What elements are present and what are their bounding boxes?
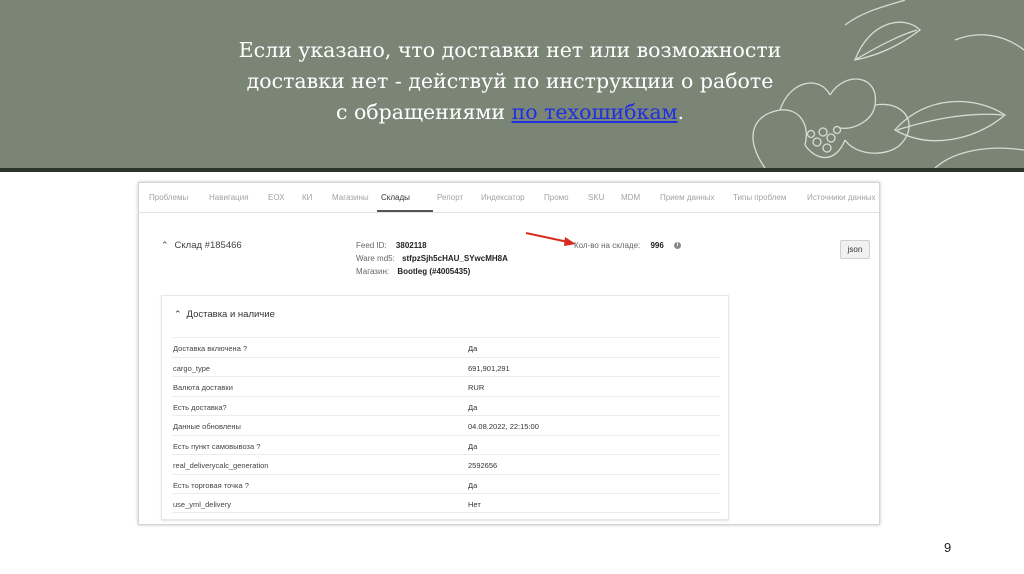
feed-id-label: Feed ID: — [356, 241, 387, 250]
slide-headline: Если указано, что доставки нет или возмо… — [150, 35, 870, 128]
tab-problems[interactable]: Проблемы — [149, 193, 188, 202]
tab-data-sources[interactable]: Источники данных — [807, 193, 876, 202]
tab-report[interactable]: Репорт — [437, 193, 463, 202]
shop-row: Магазин: Bootleg (#4005435) — [356, 267, 470, 276]
tab-promo[interactable]: Промо — [544, 193, 569, 202]
red-arrow-annotation — [525, 232, 576, 246]
tab-navigation[interactable]: Навигация — [209, 193, 249, 202]
row-value: 2592656 — [468, 461, 498, 470]
warehouse-title: Склад #185466 — [174, 240, 242, 251]
row-key: Есть торговая точка ? — [173, 480, 249, 490]
tab-shops[interactable]: Магазины — [332, 193, 369, 202]
row-value: 04.08.2022, 22:15:00 — [468, 422, 539, 431]
warehouse-header[interactable]: ⌃ Склад #185466 — [161, 240, 242, 251]
tab-data-intake[interactable]: Прием данных — [660, 193, 715, 202]
row-value: Да — [468, 480, 478, 490]
tab-mdm[interactable]: MDM — [621, 193, 640, 202]
json-button[interactable]: json — [840, 240, 870, 259]
chevron-up-icon: ⌃ — [161, 240, 169, 250]
shop-value: Bootleg (#4005435) — [397, 267, 471, 276]
ware-md5-value: stfpzSjh5cHAU_SYwcMH8A — [402, 254, 508, 263]
tab-eox[interactable]: ЕОХ — [268, 193, 285, 202]
feed-id-row: Feed ID: 3802118 — [356, 241, 427, 250]
tab-indexer[interactable]: Индексатор — [481, 193, 525, 202]
row-key: Есть пункт самовывоза ? — [173, 441, 261, 451]
delivery-panel: ⌃ Доставка и наличие Доставка включена ? Д… — [161, 295, 729, 520]
headline-line-3: с обращениями по техошибкам. — [150, 97, 870, 128]
row-key: real_deliverycalc_generation — [173, 461, 269, 470]
row-key: Доставка включена ? — [173, 344, 248, 353]
table-row: use_yml_delivery Нет — [172, 493, 720, 513]
row-value: Да — [468, 441, 478, 451]
headline-line-3-prefix: с обращениями — [335, 100, 512, 124]
page-number: 9 — [944, 540, 952, 555]
row-key: Валюта доставки — [173, 383, 233, 392]
row-value: RUR — [468, 383, 485, 392]
row-value: Да — [468, 402, 478, 412]
row-value: Нет — [468, 500, 481, 509]
tab-sku[interactable]: SKU — [588, 193, 604, 202]
headline-line-1: Если указано, что доставки нет или возмо… — [238, 38, 782, 62]
table-row: Есть пункт самовывоза ? Да — [172, 434, 720, 455]
delivery-table: Доставка включена ? Да cargo_type 691,901,… — [172, 337, 720, 513]
tech-errors-link[interactable]: по техошибкам — [512, 100, 678, 124]
stock-row: Кол-во на складе: 996 i — [574, 241, 682, 250]
row-key: Есть доставка? — [173, 402, 227, 412]
delivery-panel-header[interactable]: ⌃ Доставка и наличие — [174, 309, 275, 320]
tab-problem-types[interactable]: Типы проблем — [733, 193, 786, 202]
admin-screenshot: Проблемы Навигация ЕОХ КИ Магазины Склад… — [138, 182, 880, 525]
banner-divider — [0, 168, 1024, 172]
row-key: Данные обновлены — [173, 422, 241, 431]
table-row: cargo_type 691,901,291 — [172, 356, 720, 377]
ware-md5-row: Ware md5: stfpzSjh5cHAU_SYwcMH8A — [356, 254, 508, 263]
table-row: real_deliverycalc_generation 2592656 — [172, 454, 720, 474]
table-row: Валюта доставки RUR — [172, 376, 720, 396]
headline-line-3-suffix: . — [677, 100, 685, 124]
chevron-up-icon: ⌃ — [174, 309, 182, 319]
table-row: Есть доставка? Да — [172, 395, 720, 416]
row-key: cargo_type — [173, 363, 211, 373]
tab-bar: Проблемы Навигация ЕОХ КИ Магазины Склад… — [139, 183, 879, 213]
slide-banner: Если указано, что доставки нет или возмо… — [0, 0, 1024, 168]
row-value: Да — [468, 344, 478, 353]
row-key: use_yml_delivery — [173, 500, 231, 509]
ware-md5-label: Ware md5: — [356, 254, 395, 263]
headline-line-2: доставки нет - действуй по инструкции о … — [246, 69, 774, 93]
table-row: Данные обновлены 04.08.2022, 22:15:00 — [172, 415, 720, 435]
feed-id-value: 3802118 — [395, 241, 427, 250]
tab-warehouses[interactable]: Склады — [381, 193, 410, 202]
delivery-panel-title: Доставка и наличие — [186, 309, 275, 320]
table-row: Есть торговая точка ? Да — [172, 473, 720, 494]
table-row: Доставка включена ? Да — [172, 337, 720, 357]
row-value: 691,901,291 — [468, 363, 510, 373]
info-icon[interactable]: i — [674, 242, 682, 250]
stock-value: 996 — [650, 241, 664, 250]
tab-ki[interactable]: КИ — [302, 193, 312, 202]
active-tab-indicator — [377, 210, 433, 212]
shop-label: Магазин: — [356, 267, 390, 276]
stock-label: Кол-во на складе: — [574, 241, 641, 250]
